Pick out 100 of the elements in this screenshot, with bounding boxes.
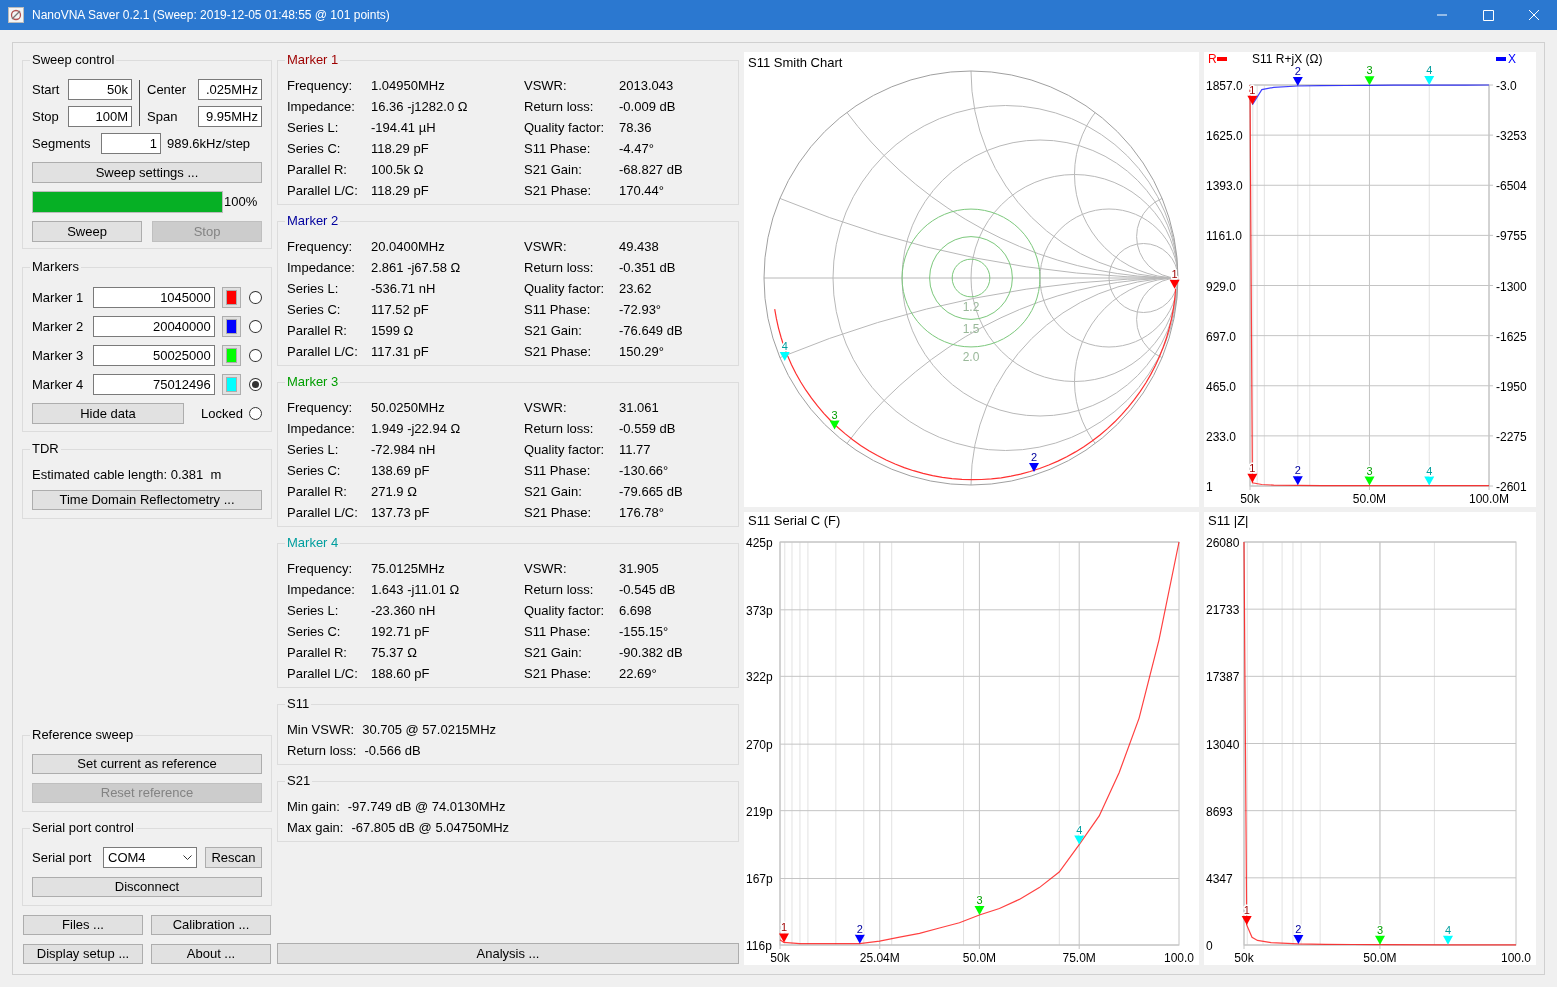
field-label: Quality factor: [524, 601, 606, 620]
marker-label: 1 [1249, 83, 1256, 96]
button[interactable]: Files ... [23, 915, 143, 935]
caret-icon [183, 854, 192, 861]
marker-label: 4 [1426, 64, 1433, 77]
field-label: Parallel R: [287, 321, 348, 340]
field-label: Series L: [287, 440, 340, 459]
button[interactable]: About ... [151, 944, 271, 964]
axis-label: 50.0M [1352, 492, 1387, 506]
axis-label: -3253 [1496, 129, 1527, 144]
radio-button[interactable] [249, 407, 262, 420]
button[interactable]: Calibration ... [151, 915, 271, 935]
text-field[interactable]: 20040000 [92, 316, 215, 337]
axis-label: 21733 [1206, 603, 1240, 618]
field-label: Return loss: [524, 258, 595, 277]
field-label: Return loss: [287, 741, 357, 760]
text-field[interactable]: 75012496 [92, 374, 215, 395]
axis-label: 0 [1206, 939, 1213, 953]
field-label: Segments [32, 134, 92, 153]
axis-label: 929.0 [1206, 279, 1237, 294]
field-value: -0.566 dB [364, 741, 421, 760]
field-value: 1.949 -j22.94 Ω [371, 419, 462, 438]
field-label: VSWR: [524, 559, 568, 578]
field-label: Parallel L/C: [287, 664, 359, 683]
field-value: 6.698 [619, 601, 653, 620]
marker-label: 2 [1294, 464, 1301, 477]
field-label: Impedance: [287, 97, 356, 116]
color-button[interactable] [221, 287, 242, 308]
axis-label: -9755 [1496, 229, 1527, 244]
field-label: Min VSWR: [287, 720, 355, 739]
field-label: Series L: [287, 601, 340, 620]
color-button[interactable] [221, 374, 242, 395]
field-value: -0.545 dB [619, 580, 677, 599]
field-value: 16.36 -j1282.0 Ω [371, 97, 469, 116]
axis-label: 270p [746, 738, 773, 753]
axis-label: 373p [746, 603, 773, 618]
button[interactable]: Display setup ... [23, 944, 143, 964]
field-label: S21 Gain: [524, 643, 583, 662]
color-button[interactable] [221, 345, 242, 366]
field-value: -76.649 dB [619, 321, 684, 340]
field-value: 118.29 pF [371, 181, 430, 200]
analysis-button[interactable]: Analysis ... [277, 943, 739, 964]
field-value: 30.705 @ 57.0215MHz [362, 720, 497, 739]
radio-button[interactable] [249, 349, 262, 362]
text-field[interactable]: 50k [68, 79, 132, 100]
text-field[interactable]: 1 [101, 133, 161, 154]
rescan-button[interactable]: Rescan [205, 847, 262, 868]
axis-label: 26080 [1206, 536, 1240, 550]
hide-data-button[interactable]: Hide data [32, 403, 184, 424]
text-field[interactable]: 9.95MHz [198, 106, 262, 127]
text-field[interactable]: 50025000 [92, 345, 215, 366]
tdr-button[interactable]: Time Domain Reflectometry ... [32, 490, 262, 510]
field-value: 170.44° [619, 181, 665, 200]
marker-label: 1 [780, 921, 788, 934]
group-title: Reference sweep [30, 727, 136, 743]
button[interactable]: Sweep [32, 221, 142, 242]
axis-label: 116p [746, 939, 772, 953]
field-label: VSWR: [524, 398, 568, 417]
field-label: Impedance: [287, 419, 356, 438]
button[interactable]: Set current as reference [32, 754, 262, 774]
sweep-settings-button[interactable]: Sweep settings ... [32, 162, 262, 183]
field-value: -97.749 dB @ 74.0130MHz [347, 797, 506, 816]
marker-label: Marker 4 [32, 375, 85, 394]
radio-button[interactable] [249, 320, 262, 333]
axis-label: 425p [746, 536, 773, 550]
field-value: 117.31 pF [371, 342, 430, 361]
field-value: 2.861 -j67.58 Ω [371, 258, 462, 277]
text-field[interactable]: .025MHz [198, 79, 262, 100]
axis-label: 167p [746, 872, 773, 887]
field-value: 1.04950MHz [371, 76, 446, 95]
axis-label: -2601 [1496, 480, 1527, 494]
field-value: 22.69° [619, 664, 658, 683]
field-label: S11 Phase: [524, 622, 592, 641]
locked-label: Locked [201, 404, 243, 423]
axis-label: 50.0M [1363, 951, 1397, 965]
field-label: S21 Phase: [524, 342, 593, 361]
axis-label: 100.0 [1501, 951, 1531, 965]
marker-label: Marker 1 [32, 288, 85, 307]
field-value: -90.382 dB [619, 643, 684, 662]
field-label: Impedance: [287, 580, 356, 599]
port-dropdown[interactable]: COM4 [103, 847, 197, 868]
text-field[interactable]: 1045000 [92, 287, 215, 308]
field-value: -23.360 nH [371, 601, 437, 620]
axis-label: 8693 [1206, 804, 1233, 819]
marker-label: Marker 3 [32, 346, 85, 365]
disconnect-button[interactable]: Disconnect [32, 877, 262, 897]
field-label: Series C: [287, 622, 342, 641]
marker-label: 2 [1294, 65, 1301, 77]
field-label: Stop [32, 107, 60, 126]
step-text: 989.6kHz/step [167, 134, 251, 153]
color-button[interactable] [221, 316, 242, 337]
radio-button[interactable] [249, 378, 262, 391]
field-label: Frequency: [287, 559, 354, 578]
field-label: S11 Phase: [524, 461, 592, 480]
field-value: 271.9 Ω [371, 482, 418, 501]
radio-button[interactable] [249, 291, 262, 304]
field-label: S21 Gain: [524, 482, 583, 501]
axis-label: 1393.0 [1206, 179, 1243, 194]
field-label: Quality factor: [524, 440, 606, 459]
text-field[interactable]: 100M [68, 106, 132, 127]
